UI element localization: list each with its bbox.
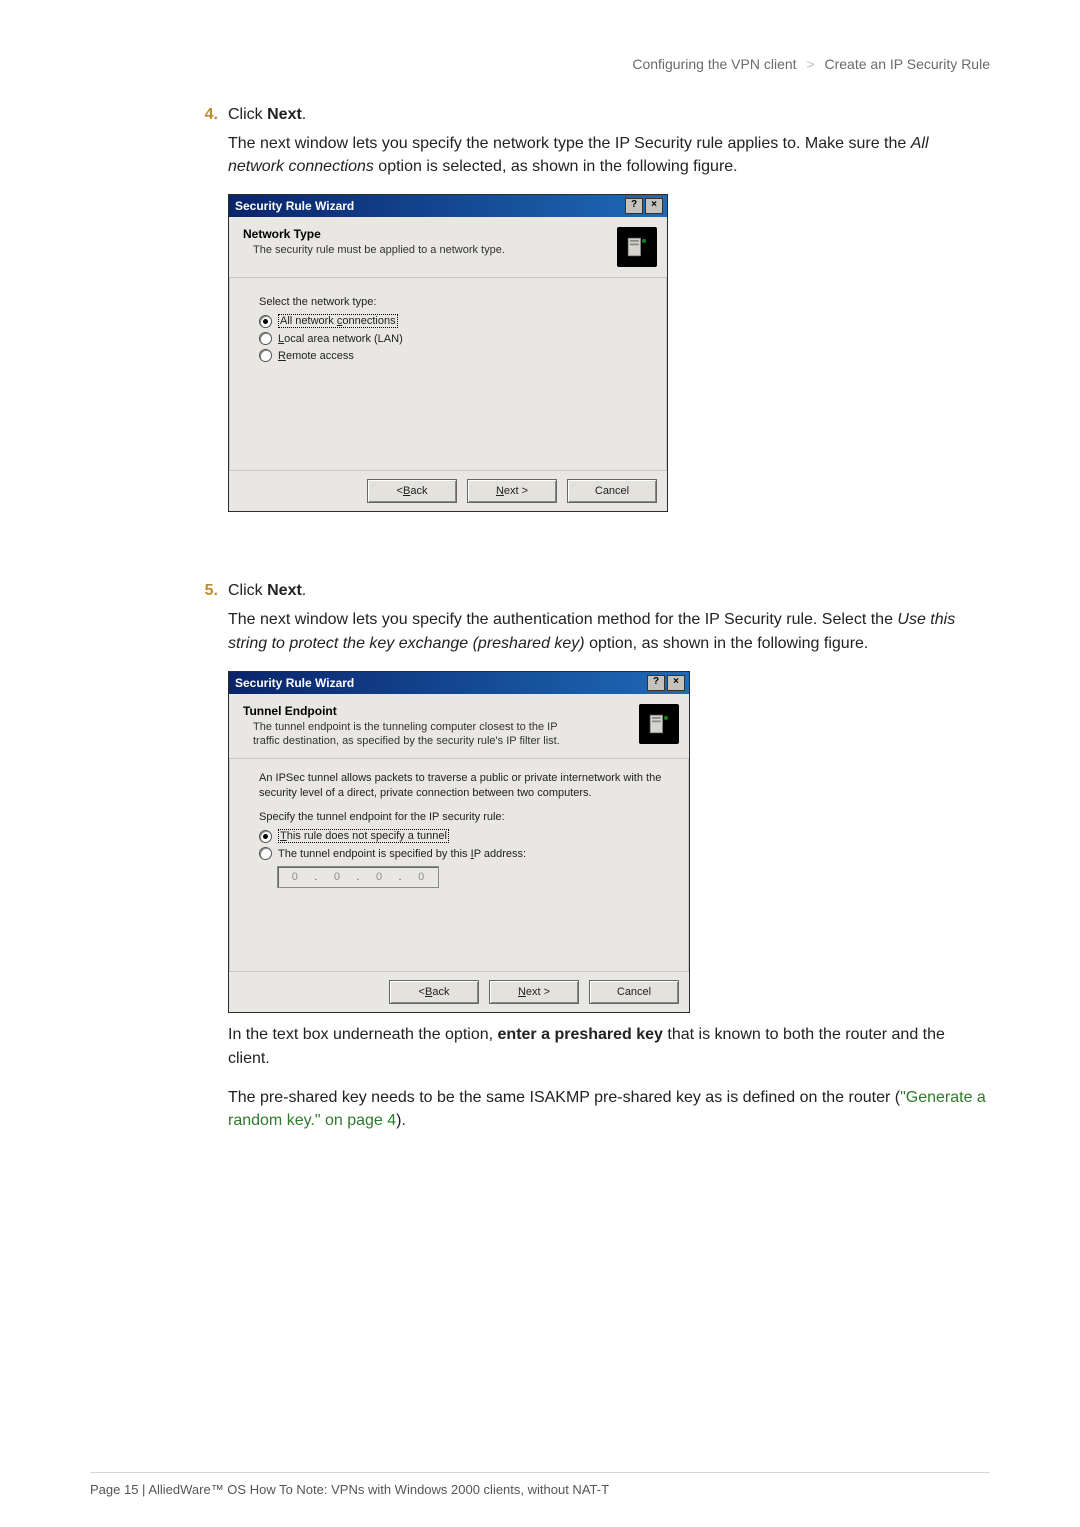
cancel-button[interactable]: Cancel xyxy=(589,980,679,1004)
dialog-intro-text: An IPSec tunnel allows packets to traver… xyxy=(259,771,667,801)
server-icon xyxy=(617,227,657,267)
back-button[interactable]: < Back xyxy=(389,980,479,1004)
back-button[interactable]: < Back xyxy=(367,479,457,503)
server-icon xyxy=(639,704,679,744)
radio-icon xyxy=(259,830,272,843)
radio-icon xyxy=(259,349,272,362)
cancel-button[interactable]: Cancel xyxy=(567,479,657,503)
dialog-titlebar: Security Rule Wizard ? × xyxy=(229,672,689,694)
breadcrumb: Configuring the VPN client > Create an I… xyxy=(90,56,990,72)
radio-remote-access[interactable]: Remote access xyxy=(259,349,645,362)
security-rule-wizard-dialog-network-type: Security Rule Wizard ? × Network Type Th… xyxy=(228,194,668,512)
dialog-header: Tunnel Endpoint The tunnel endpoint is t… xyxy=(229,694,689,760)
step-4: 4. Click Next. xyxy=(190,106,990,124)
select-network-type-label: Select the network type: xyxy=(259,296,645,308)
radio-tunnel-ip[interactable]: The tunnel endpoint is specified by this… xyxy=(259,847,667,860)
security-rule-wizard-dialog-tunnel-endpoint: Security Rule Wizard ? × Tunnel Endpoint… xyxy=(228,671,690,1014)
help-icon[interactable]: ? xyxy=(647,675,665,691)
radio-icon xyxy=(259,847,272,860)
post-dialog-paragraph-2: The pre-shared key needs to be the same … xyxy=(228,1086,988,1132)
footer-rule xyxy=(90,1472,990,1473)
close-icon[interactable]: × xyxy=(645,198,663,214)
breadcrumb-separator: > xyxy=(806,56,814,72)
step-5: 5. Click Next. xyxy=(190,582,990,600)
dialog-footer: < Back Next > Cancel xyxy=(229,470,667,511)
step-instruction: Click Next. xyxy=(228,106,306,124)
next-button[interactable]: Next > xyxy=(467,479,557,503)
dialog-head-subtitle: The security rule must be applied to a n… xyxy=(243,243,583,257)
dialog-head-title: Network Type xyxy=(243,227,617,241)
step-number: 4. xyxy=(190,106,218,124)
radio-label: The tunnel endpoint is specified by this… xyxy=(278,848,526,860)
radio-local-area-network[interactable]: Local area network (LAN) xyxy=(259,332,645,345)
dialog-header: Network Type The security rule must be a… xyxy=(229,217,667,278)
post-dialog-paragraph-1: In the text box underneath the option, e… xyxy=(228,1023,988,1069)
specify-tunnel-endpoint-label: Specify the tunnel endpoint for the IP s… xyxy=(259,811,667,823)
radio-label: Local area network (LAN) xyxy=(278,333,403,345)
help-icon[interactable]: ? xyxy=(625,198,643,214)
breadcrumb-page: Create an IP Security Rule xyxy=(825,56,991,72)
dialog-head-title: Tunnel Endpoint xyxy=(243,704,639,718)
radio-label: All network connections xyxy=(278,314,398,328)
page-footer: Page 15 | AlliedWare™ OS How To Note: VP… xyxy=(90,1482,609,1497)
dialog-title: Security Rule Wizard xyxy=(235,674,354,692)
radio-icon xyxy=(259,315,272,328)
breadcrumb-section: Configuring the VPN client xyxy=(632,56,796,72)
next-button[interactable]: Next > xyxy=(489,980,579,1004)
step-5-description: The next window lets you specify the aut… xyxy=(228,608,988,654)
radio-label: Remote access xyxy=(278,350,354,362)
dialog-footer: < Back Next > Cancel xyxy=(229,971,689,1012)
radio-all-network-connections[interactable]: All network connections xyxy=(259,314,645,328)
dialog-title: Security Rule Wizard xyxy=(235,197,354,215)
radio-label: This rule does not specify a tunnel xyxy=(278,829,449,843)
step-instruction: Click Next. xyxy=(228,582,306,600)
dialog-titlebar: Security Rule Wizard ? × xyxy=(229,195,667,217)
step-4-description: The next window lets you specify the net… xyxy=(228,132,988,178)
dialog-head-subtitle: The tunnel endpoint is the tunneling com… xyxy=(243,720,583,749)
close-icon[interactable]: × xyxy=(667,675,685,691)
radio-icon xyxy=(259,332,272,345)
radio-no-tunnel[interactable]: This rule does not specify a tunnel xyxy=(259,829,667,843)
step-number: 5. xyxy=(190,582,218,600)
ip-address-input: 0. 0. 0. 0 xyxy=(277,866,439,888)
